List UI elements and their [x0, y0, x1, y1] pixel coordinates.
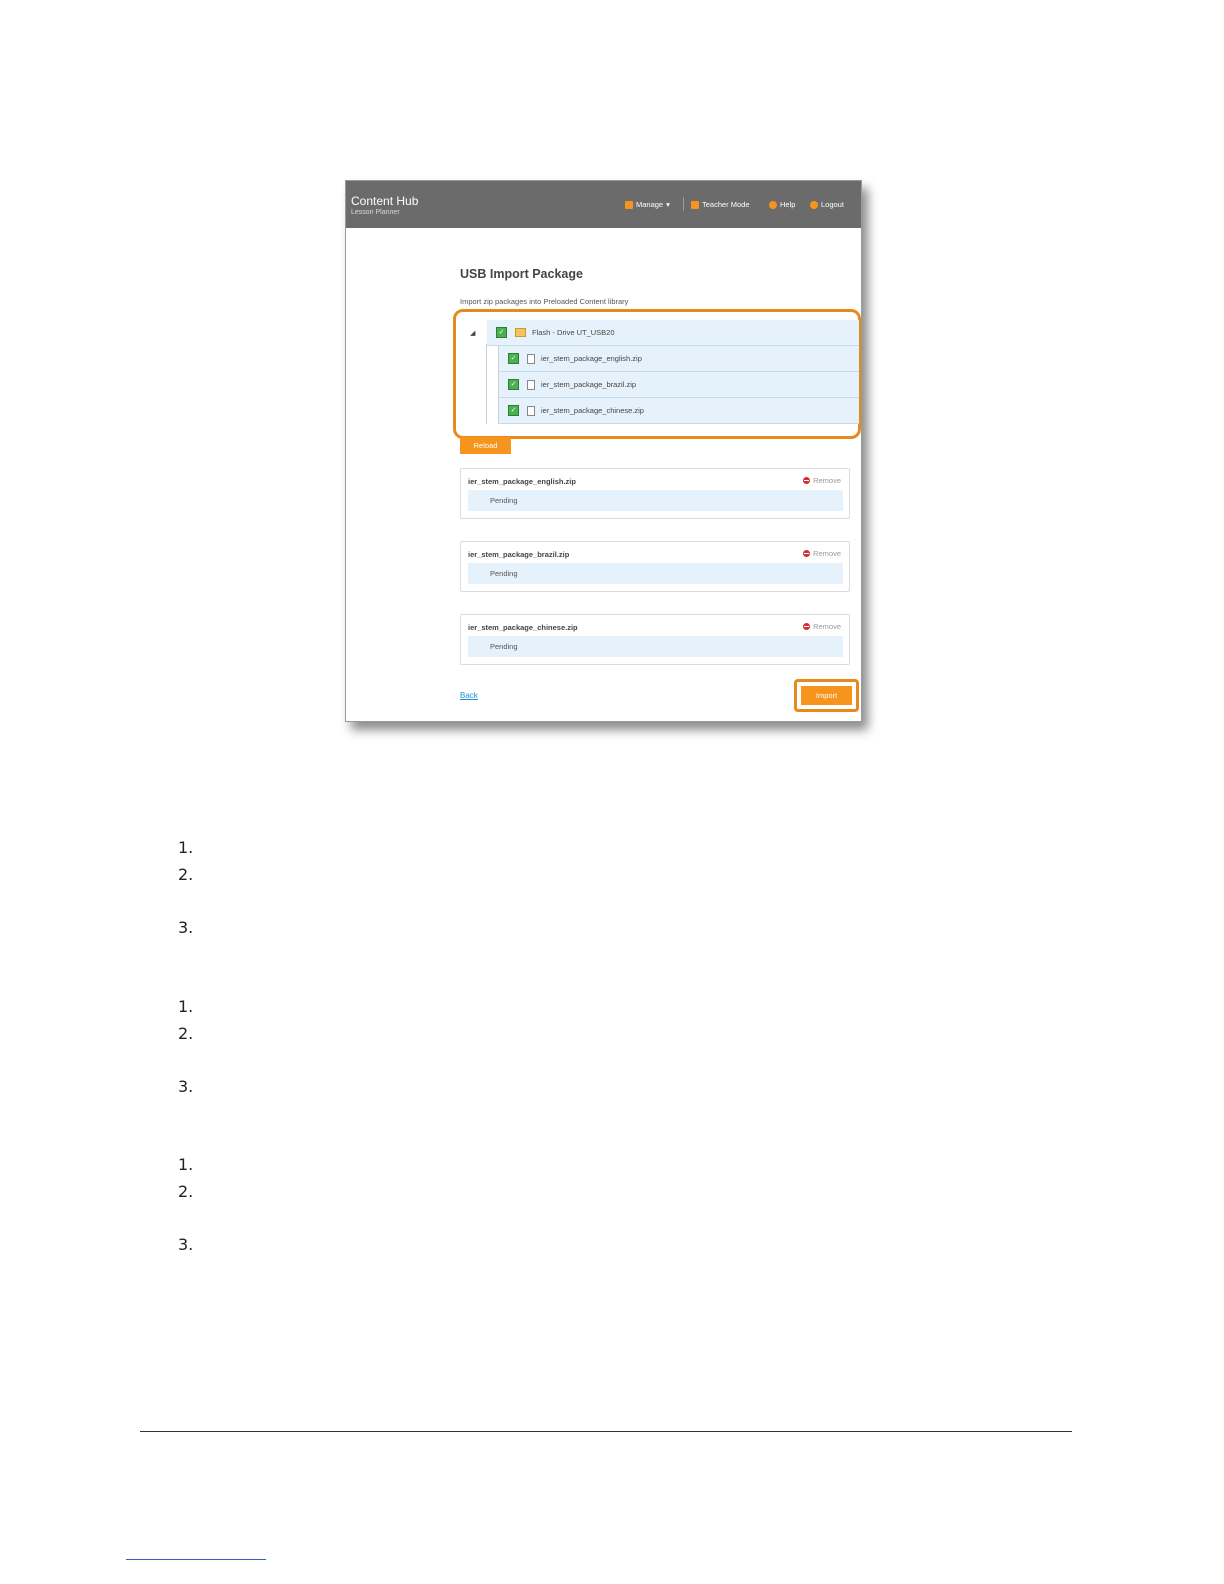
- remove-icon: [803, 550, 811, 557]
- tree-file-row[interactable]: ✓ ier_stem_package_english.zip: [499, 346, 859, 372]
- package-status: Pending: [468, 490, 843, 511]
- checkbox-checked-icon[interactable]: ✓: [508, 405, 519, 416]
- page-description: Import zip packages into Preloaded Conte…: [460, 297, 629, 306]
- tree-file-label: ier_stem_package_chinese.zip: [541, 406, 644, 415]
- step-number: 2.: [178, 865, 194, 884]
- tree-guide-line: [486, 344, 487, 424]
- help-label: Help: [780, 200, 796, 209]
- page-title: USB Import Package: [460, 267, 583, 281]
- tree-root-row[interactable]: ✓ Flash - Drive UT_USB20: [487, 320, 859, 346]
- logout-label: Logout: [821, 200, 844, 209]
- file-icon: [527, 353, 535, 364]
- tree-file-row[interactable]: ✓ ier_stem_package_brazil.zip: [499, 372, 859, 398]
- help-icon: [769, 200, 777, 209]
- file-icon: [527, 379, 535, 390]
- tree-file-label: ier_stem_package_english.zip: [541, 354, 642, 363]
- tree-root-label: Flash - Drive UT_USB20: [532, 328, 615, 337]
- wrench-icon: [625, 200, 633, 209]
- manage-menu[interactable]: Manage ▾: [625, 200, 670, 209]
- footer-link-underline[interactable]: [126, 1559, 266, 1560]
- back-link[interactable]: Back: [460, 691, 478, 700]
- package-name: ier_stem_package_english.zip: [468, 477, 576, 486]
- footer-divider: [140, 1431, 1072, 1432]
- package-status: Pending: [468, 563, 843, 584]
- package-card: ier_stem_package_brazil.zip Remove Pendi…: [460, 541, 850, 592]
- step-number: 3.: [178, 1235, 194, 1254]
- manage-label: Manage: [636, 200, 664, 209]
- step-number: 1.: [178, 997, 194, 1016]
- file-icon: [527, 405, 535, 416]
- remove-label: Remove: [813, 476, 841, 485]
- step-number: 3.: [178, 1077, 194, 1096]
- package-status: Pending: [468, 636, 843, 657]
- logout-link[interactable]: Logout: [810, 200, 844, 209]
- logout-icon: [810, 200, 818, 209]
- tree-file-row[interactable]: ✓ ier_stem_package_chinese.zip: [499, 398, 859, 424]
- remove-button[interactable]: Remove: [803, 476, 841, 485]
- graduation-cap-icon: [691, 200, 699, 209]
- screenshot-window: Content Hub Lesson Planner Manage ▾ Teac…: [345, 180, 862, 722]
- package-name: ier_stem_package_brazil.zip: [468, 550, 570, 559]
- usb-file-tree: ◢ ✓ Flash - Drive UT_USB20 ✓ ier_stem_pa…: [453, 309, 861, 439]
- collapse-triangle-icon[interactable]: ◢: [470, 329, 475, 337]
- remove-button[interactable]: Remove: [803, 622, 841, 631]
- help-link[interactable]: Help: [769, 200, 795, 209]
- package-name: ier_stem_package_chinese.zip: [468, 623, 578, 632]
- tree-file-label: ier_stem_package_brazil.zip: [541, 380, 637, 389]
- checkbox-checked-icon[interactable]: ✓: [508, 353, 519, 364]
- import-button[interactable]: Import: [801, 686, 852, 705]
- app-title: Content Hub: [351, 194, 419, 208]
- remove-button[interactable]: Remove: [803, 549, 841, 558]
- remove-label: Remove: [813, 622, 841, 631]
- reload-button[interactable]: Reload: [460, 437, 511, 454]
- step-number: 3.: [178, 918, 194, 937]
- step-number: 2.: [178, 1024, 194, 1043]
- remove-icon: [803, 623, 811, 630]
- checkbox-checked-icon[interactable]: ✓: [508, 379, 519, 390]
- step-number: 1.: [178, 1155, 194, 1174]
- teacher-mode-link[interactable]: Teacher Mode: [691, 200, 750, 209]
- remove-icon: [803, 477, 811, 484]
- package-card: ier_stem_package_chinese.zip Remove Pend…: [460, 614, 850, 665]
- chevron-down-icon: ▾: [666, 200, 670, 209]
- folder-icon: [515, 328, 526, 337]
- step-number: 2.: [178, 1182, 194, 1201]
- checkbox-checked-icon[interactable]: ✓: [496, 327, 507, 338]
- package-card: ier_stem_package_english.zip Remove Pend…: [460, 468, 850, 519]
- step-number: 1.: [178, 838, 194, 857]
- teacher-mode-label: Teacher Mode: [702, 200, 750, 209]
- top-nav-bar: Content Hub Lesson Planner Manage ▾ Teac…: [346, 181, 861, 228]
- app-subtitle: Lesson Planner: [351, 209, 400, 216]
- remove-label: Remove: [813, 549, 841, 558]
- nav-divider: [683, 197, 684, 211]
- import-highlight: Import: [794, 679, 859, 712]
